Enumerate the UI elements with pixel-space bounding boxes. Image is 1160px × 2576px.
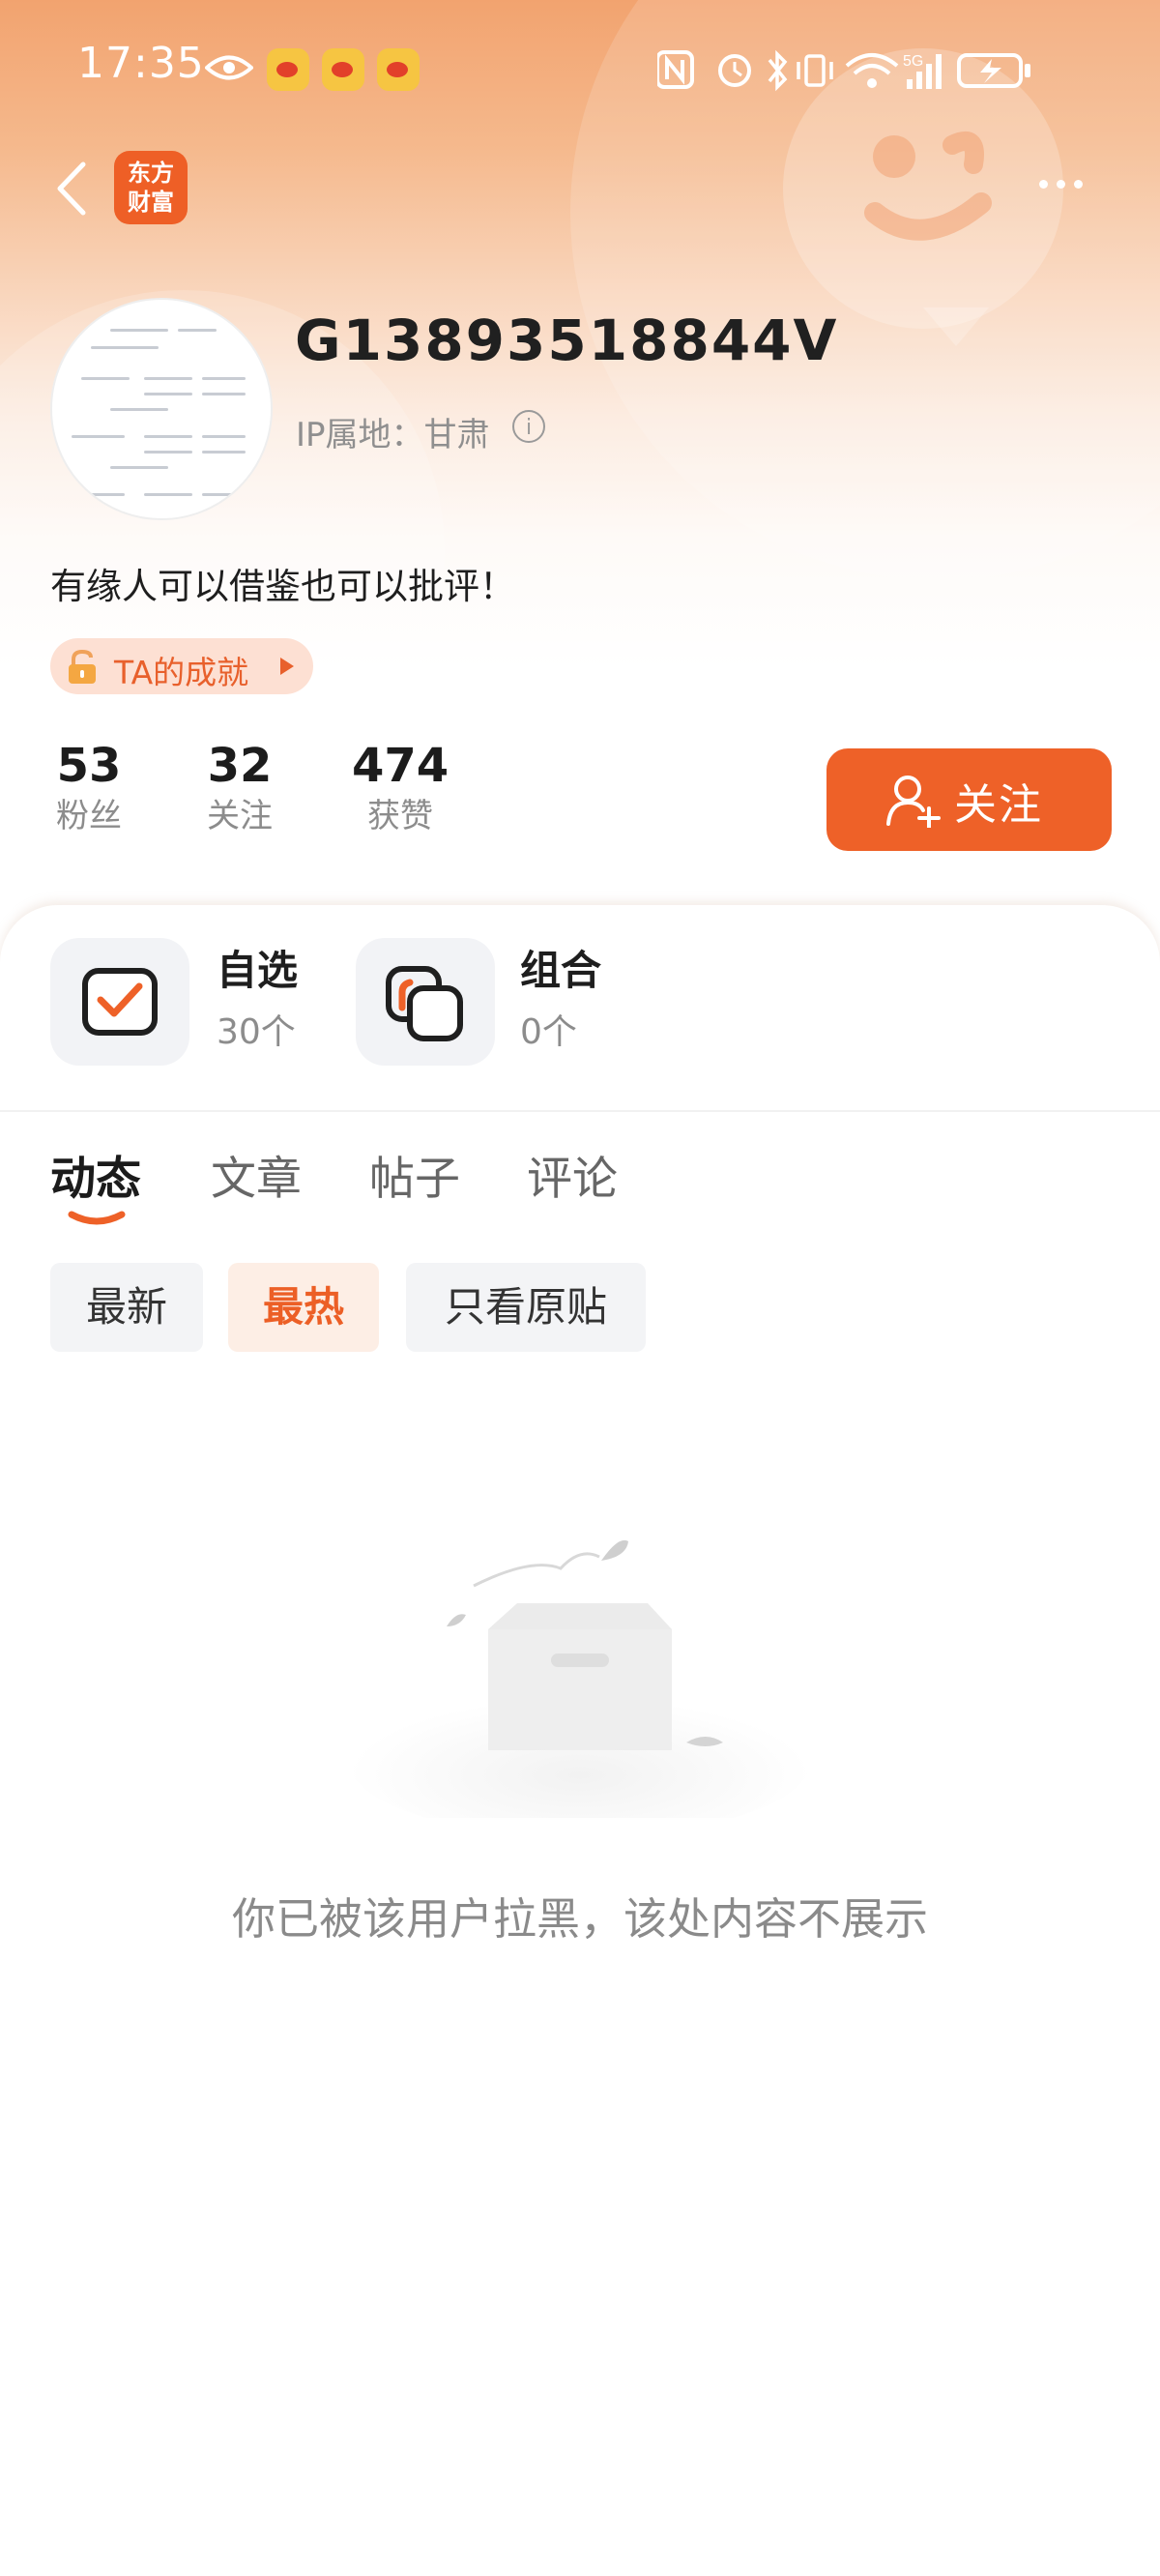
header-decoration [923,307,989,346]
weibo-notification-icon [377,48,420,91]
profile-bio: 有缘人可以借鉴也可以批评！ [50,566,515,607]
portfolio-button[interactable] [356,938,495,1066]
more-options-icon[interactable] [1039,174,1097,197]
watchlist-title: 自选 [217,947,299,994]
portfolio-title: 组合 [520,947,602,994]
stat-likes[interactable]: 474 获赞 [352,739,449,839]
portfolio-count: 0个 [520,1012,577,1052]
blocked-message: 你已被该用户拉黑，该处内容不展示 [231,1893,928,1945]
stat-label: 关注 [207,797,273,835]
tab-articles[interactable]: 文章 [211,1141,302,1208]
tab-activity[interactable]: 动态 [50,1141,141,1208]
filter-original-only[interactable]: 只看原贴 [406,1263,646,1352]
weibo-notification-icon [322,48,364,91]
follow-label: 关注 [954,780,1043,830]
nfc-icon [657,50,694,89]
watchlist-count: 30个 [217,1012,296,1052]
follow-button[interactable]: 关注 [826,748,1112,851]
add-user-icon [886,776,941,828]
info-icon[interactable]: i [512,410,545,443]
eye-icon [205,55,253,80]
wifi-icon [845,53,899,88]
stat-followers[interactable]: 53 粉丝 [50,739,128,839]
stat-value: 32 [207,739,273,793]
stat-value: 53 [56,739,122,793]
tab-posts[interactable]: 帖子 [369,1141,460,1208]
stat-value: 474 [352,739,450,793]
app-logo: 东方 财富 [114,151,188,224]
system-status-icons: 5G [657,49,1030,92]
stat-following[interactable]: 32 关注 [201,739,278,839]
portfolio-icon [386,966,463,1041]
filter-latest[interactable]: 最新 [50,1263,203,1352]
active-tab-indicator [68,1211,126,1225]
logo-text: 东方 [128,160,174,187]
stat-label: 获赞 [367,797,433,835]
watchlist-button[interactable] [50,938,189,1066]
empty-box-illustration [348,1539,812,1818]
battery-icon [957,53,1030,88]
vibrate-icon [797,54,833,87]
stat-label: 粉丝 [56,797,122,835]
avatar[interactable] [50,298,273,520]
play-arrow-icon [280,658,294,675]
achievements-button[interactable]: TA的成就 [50,638,313,694]
achievements-label: TA的成就 [114,654,249,691]
tab-comments[interactable]: 评论 [527,1141,618,1208]
checkbox-icon [82,968,158,1036]
status-time: 17:35 [77,39,205,88]
back-arrow-icon[interactable] [48,155,97,222]
filter-hot[interactable]: 最热 [228,1263,379,1352]
lock-icon [69,650,96,684]
svg-text:5G: 5G [903,53,923,70]
alarm-icon [718,54,751,87]
bluetooth-icon [768,49,788,92]
weibo-notification-icon [267,48,309,91]
logo-text: 财富 [128,189,174,216]
username: G13893518844V [295,307,839,373]
divider [0,1110,1160,1112]
status-bar: 17:35 5G [0,0,1160,140]
ip-location: IP属地：甘肃 [296,416,490,454]
